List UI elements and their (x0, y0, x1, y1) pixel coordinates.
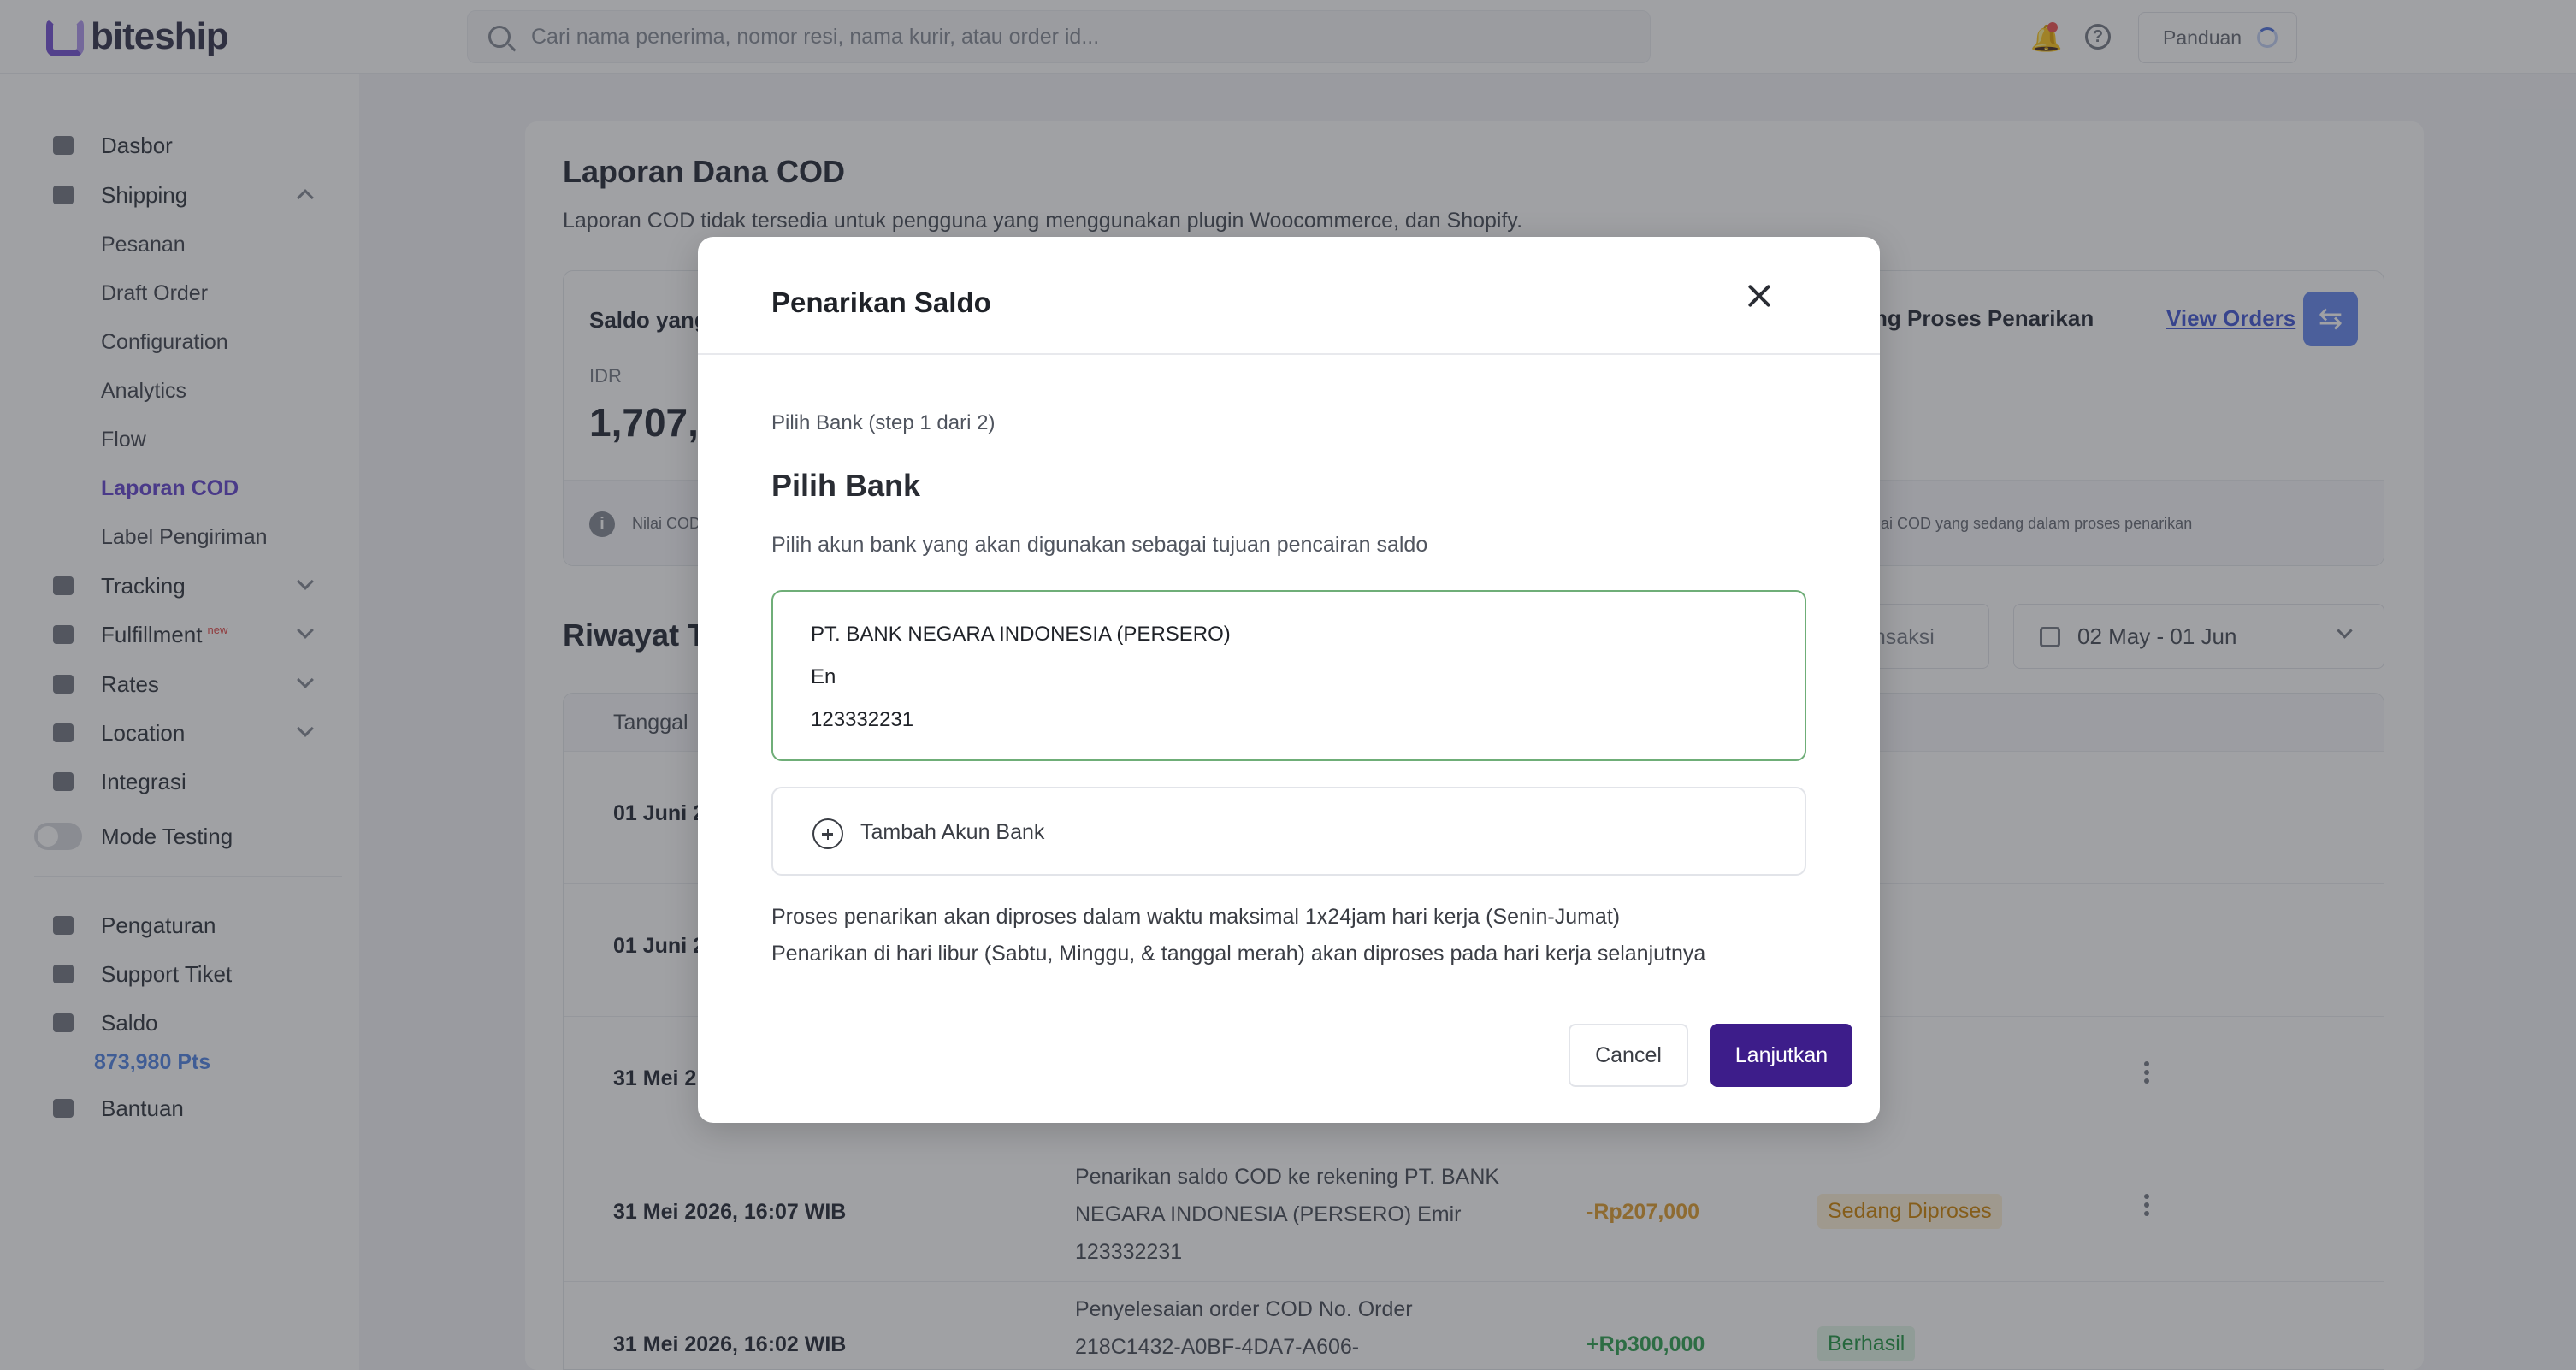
continue-button[interactable]: Lanjutkan (1710, 1024, 1852, 1087)
holiday-note: Penarikan di hari libur (Sabtu, Minggu, … (771, 942, 1706, 965)
withdraw-balance-modal: Penarikan Saldo Pilih Bank (step 1 dari … (698, 237, 1880, 1123)
close-icon[interactable] (1745, 281, 1774, 310)
section-heading: Pilih Bank (771, 468, 921, 503)
bank-account-option[interactable]: PT. BANK NEGARA INDONESIA (PERSERO) En 1… (771, 590, 1806, 761)
add-bank-label: Tambah Akun Bank (860, 820, 1045, 844)
processing-note: Proses penarikan akan diproses dalam wak… (771, 905, 1621, 929)
plus-circle-icon (812, 818, 843, 849)
section-description: Pilih akun bank yang akan digunakan seba… (771, 533, 1428, 557)
step-indicator: Pilih Bank (step 1 dari 2) (771, 411, 996, 434)
add-bank-account-button[interactable]: Tambah Akun Bank (771, 787, 1806, 876)
bank-name: PT. BANK NEGARA INDONESIA (PERSERO) (811, 623, 1231, 646)
account-number: 123332231 (811, 708, 914, 731)
modal-title: Penarikan Saldo (771, 286, 991, 318)
modal-header: Penarikan Saldo (698, 237, 1880, 355)
cancel-button[interactable]: Cancel (1569, 1024, 1688, 1087)
account-holder: En (811, 665, 836, 688)
